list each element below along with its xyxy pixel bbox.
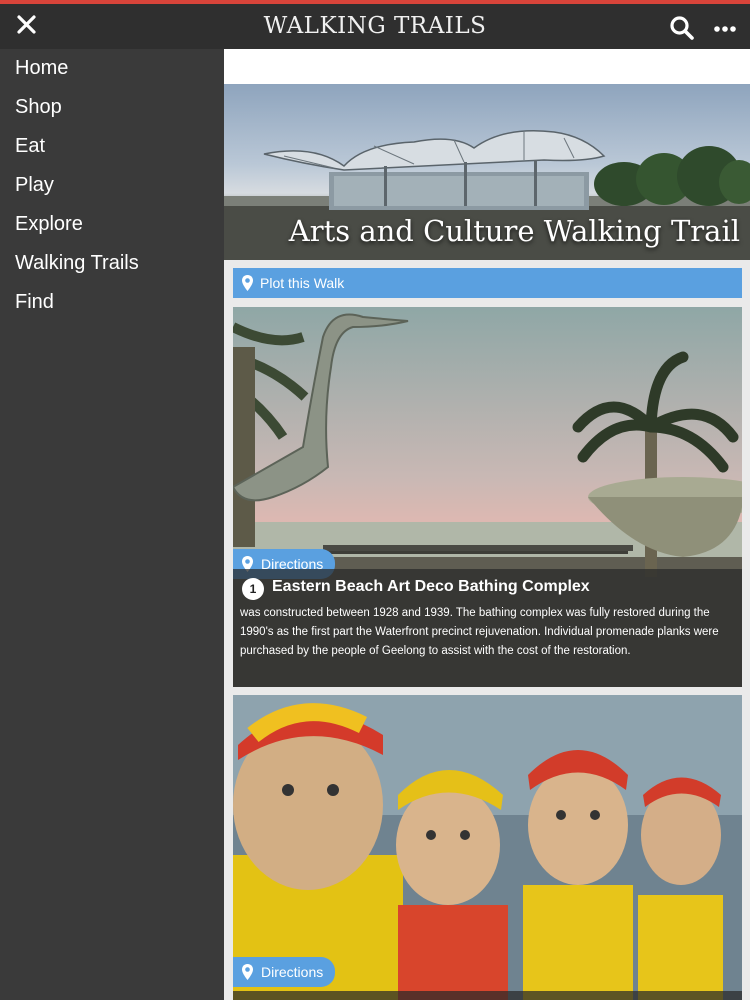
- sidebar-item-explore[interactable]: Explore: [0, 205, 224, 244]
- sidebar-item-find[interactable]: Find: [0, 283, 224, 322]
- trail-stop-card: Directions: [233, 695, 742, 1000]
- stop-caption: [233, 991, 742, 1000]
- trail-stop-card: Directions 1 Eastern Beach Art Deco Bath…: [233, 307, 742, 687]
- sidebar-nav: Home Shop Eat Play Explore Walking Trail…: [0, 49, 224, 1000]
- sidebar-item-shop[interactable]: Shop: [0, 88, 224, 127]
- stop-image: [233, 695, 742, 1000]
- sidebar-item-play[interactable]: Play: [0, 166, 224, 205]
- app-title: WALKING TRAILS: [263, 13, 487, 39]
- more-icon: [714, 26, 736, 32]
- main-content: Arts and Culture Walking Trail Plot this…: [224, 49, 750, 1000]
- directions-button[interactable]: Directions: [233, 957, 335, 987]
- sidebar-item-walking-trails[interactable]: Walking Trails: [0, 244, 224, 283]
- directions-label: Directions: [261, 964, 324, 980]
- search-icon: [670, 16, 694, 40]
- trail-title: Arts and Culture Walking Trail: [288, 214, 740, 248]
- map-pin-icon: [242, 964, 253, 980]
- stop-caption: 1 Eastern Beach Art Deco Bathing Complex…: [233, 569, 742, 687]
- more-options-button[interactable]: [712, 22, 738, 34]
- plot-walk-button[interactable]: Plot this Walk: [233, 268, 742, 298]
- stop-description: was constructed between 1928 and 1939. T…: [240, 607, 719, 657]
- stop-number-badge: 1: [242, 578, 264, 600]
- content-top-strip: [224, 49, 750, 84]
- hero-banner: Arts and Culture Walking Trail: [224, 84, 750, 260]
- stop-title: Eastern Beach Art Deco Bathing Complex: [272, 578, 590, 595]
- sidebar-item-eat[interactable]: Eat: [0, 127, 224, 166]
- sidebar-item-home[interactable]: Home: [0, 49, 224, 88]
- plot-walk-label: Plot this Walk: [260, 275, 345, 291]
- app-header: WALKING TRAILS: [0, 4, 750, 49]
- search-button[interactable]: [668, 14, 696, 42]
- map-pin-icon: [242, 275, 253, 291]
